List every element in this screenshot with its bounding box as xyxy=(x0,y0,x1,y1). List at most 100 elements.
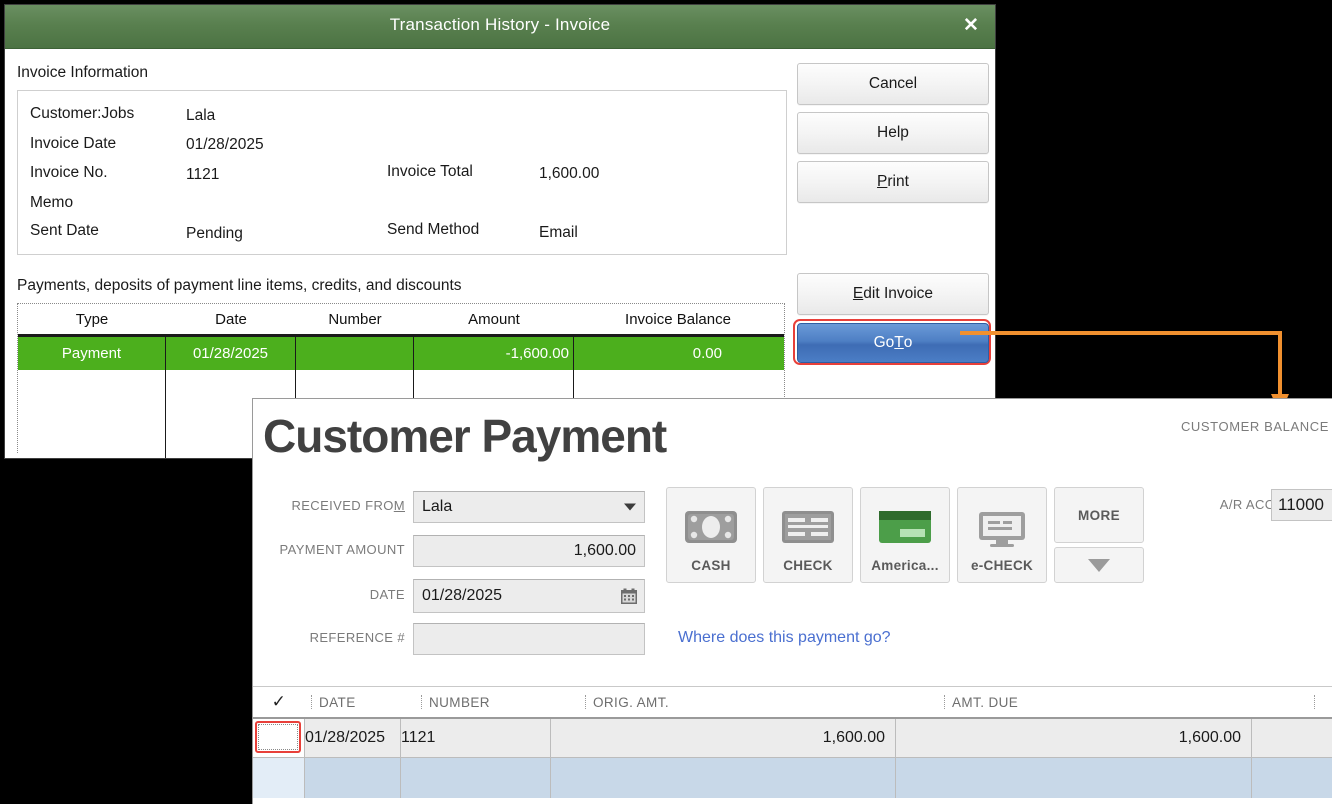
row-checkbox-cell[interactable] xyxy=(253,719,305,757)
customer-balance-label: CUSTOMER BALANCE xyxy=(1180,419,1329,434)
cell-spacer xyxy=(1252,719,1332,757)
edit-invoice-button[interactable]: Edit Invoice xyxy=(797,273,989,315)
cell-date: 01/28/2025 xyxy=(166,337,296,370)
received-from-label: RECEIVED FROM xyxy=(291,498,405,513)
help-button-label: Help xyxy=(877,124,909,141)
triangle-down-icon xyxy=(1088,558,1110,572)
column-header-orig-amt: ORIG. AMT. xyxy=(593,694,670,710)
cell-invoice-balance: 0.00 xyxy=(692,345,722,362)
cell-type xyxy=(18,370,166,458)
invoice-no-value: 1121 xyxy=(186,166,220,183)
monitor-icon xyxy=(979,512,1025,547)
column-header-amt-due: AMT. DUE xyxy=(952,694,1019,710)
send-method-value: Email xyxy=(539,224,578,241)
cell-amount: -1,600.00 xyxy=(414,337,574,370)
cash-icon xyxy=(685,511,737,543)
payment-method-echeck-button[interactable]: e-CHECK xyxy=(957,487,1047,583)
payments-table-header: Type Date Number Amount Invoice Balance xyxy=(18,304,784,337)
column-header-type: Type xyxy=(75,310,109,328)
reference-number-input[interactable] xyxy=(413,623,645,655)
cell-number xyxy=(296,337,414,370)
invoice-grid-header: ✓ DATE NUMBER ORIG. AMT. AMT. DUE xyxy=(253,687,1332,717)
invoice-no-label: Invoice No. xyxy=(30,164,108,181)
close-icon[interactable]: ✕ xyxy=(957,13,985,39)
edit-invoice-accelerator: E xyxy=(852,285,864,302)
column-header-spacer xyxy=(1322,687,1332,717)
cell-date xyxy=(305,758,401,798)
payment-method-credit-card-button[interactable]: America... xyxy=(860,487,950,583)
cell-orig-amt xyxy=(551,758,896,798)
go-to-button[interactable]: Go To xyxy=(797,323,989,363)
invoice-total-label: Invoice Total xyxy=(387,163,473,180)
calendar-icon[interactable] xyxy=(620,587,638,605)
received-from-value: Lala xyxy=(422,498,453,515)
column-header-date: DATE xyxy=(319,694,356,710)
cell-amt-due: 1,600.00 xyxy=(896,719,1252,757)
received-from-input[interactable]: Lala xyxy=(413,491,645,523)
invoice-information-label: Invoice Information xyxy=(17,64,148,81)
column-separator xyxy=(311,695,313,709)
payment-amount-input[interactable]: 1,600.00 xyxy=(413,535,645,567)
dialog-title: Transaction History - Invoice xyxy=(389,15,611,34)
column-header-invoice-balance: Invoice Balance xyxy=(625,310,731,328)
payment-method-check-label: CHECK xyxy=(783,558,833,573)
reference-number-label: REFERENCE # xyxy=(309,630,405,645)
payment-method-cash-label: CASH xyxy=(691,558,731,573)
table-row[interactable] xyxy=(253,758,1332,798)
customer-payment-window: Customer Payment CUSTOMER BALANCE RECEIV… xyxy=(252,398,1332,804)
payment-method-echeck-label: e-CHECK xyxy=(970,558,1034,573)
page-title: Customer Payment xyxy=(263,410,667,462)
credit-card-icon xyxy=(879,511,931,543)
where-does-payment-go-link[interactable]: Where does this payment go? xyxy=(678,629,891,647)
invoice-information-panel: Customer:Jobs Lala Invoice Date 01/28/20… xyxy=(17,90,787,255)
payment-method-dropdown-button[interactable] xyxy=(1054,547,1144,583)
column-header-amount: Amount xyxy=(468,310,520,328)
payment-method-more-button[interactable]: MORE xyxy=(1054,487,1144,543)
print-button[interactable]: Print xyxy=(797,161,989,203)
edit-invoice-label: dit Invoice xyxy=(863,285,934,302)
go-to-label-pre: Go xyxy=(873,334,895,351)
date-input[interactable]: 01/28/2025 xyxy=(413,579,645,613)
row-checkbox-cell[interactable] xyxy=(253,758,305,798)
invoice-checkbox[interactable] xyxy=(258,724,298,750)
print-button-label: rint xyxy=(887,173,909,190)
cell-number xyxy=(401,758,551,798)
dialog-title-bar: Transaction History - Invoice ✕ xyxy=(5,5,995,49)
date-label: DATE xyxy=(369,587,405,602)
go-to-accelerator: T xyxy=(894,334,904,351)
payments-section-label: Payments, deposits of payment line items… xyxy=(17,277,462,294)
print-button-accelerator: P xyxy=(877,173,888,190)
payment-method-credit-card-label: America... xyxy=(871,558,939,573)
cell-amt-due xyxy=(896,758,1252,798)
cancel-button-label: Cancel xyxy=(868,75,918,92)
cell-date: 01/28/2025 xyxy=(305,719,401,757)
table-row[interactable]: Payment 01/28/2025 -1,600.00 0.00 xyxy=(18,337,784,370)
invoice-grid: ✓ DATE NUMBER ORIG. AMT. AMT. DUE 01/28/… xyxy=(253,686,1332,804)
transaction-history-dialog: Transaction History - Invoice ✕ Invoice … xyxy=(5,5,995,458)
invoice-date-label: Invoice Date xyxy=(30,135,117,152)
payment-method-more-label: MORE xyxy=(1077,507,1121,523)
payment-method-check-button[interactable]: CHECK xyxy=(763,487,853,583)
ar-account-input[interactable]: 11000 xyxy=(1271,489,1332,521)
table-row[interactable]: 01/28/2025 1121 1,600.00 1,600.00 xyxy=(253,717,1332,758)
chevron-down-icon[interactable] xyxy=(624,503,636,511)
customer-jobs-value: Lala xyxy=(186,107,216,124)
check-icon xyxy=(782,511,834,543)
column-header-date: Date xyxy=(215,310,247,328)
send-method-label: Send Method xyxy=(387,221,480,238)
customer-jobs-label: Customer:Jobs xyxy=(30,105,135,122)
cell-orig-amt: 1,600.00 xyxy=(551,719,896,757)
column-header-number: NUMBER xyxy=(429,694,490,710)
column-separator xyxy=(585,695,587,709)
help-button[interactable]: Help xyxy=(797,112,989,154)
cell-spacer xyxy=(1252,758,1332,798)
payment-amount-value: 1,600.00 xyxy=(573,542,636,559)
column-header-checkmark: ✓ xyxy=(271,692,287,711)
payment-method-cash-button[interactable]: CASH xyxy=(666,487,756,583)
payment-amount-label: PAYMENT AMOUNT xyxy=(279,542,405,557)
go-to-label-post: o xyxy=(903,334,913,351)
cancel-button[interactable]: Cancel xyxy=(797,63,989,105)
memo-label: Memo xyxy=(30,194,74,211)
column-separator xyxy=(1314,695,1316,709)
date-value: 01/28/2025 xyxy=(422,587,503,604)
